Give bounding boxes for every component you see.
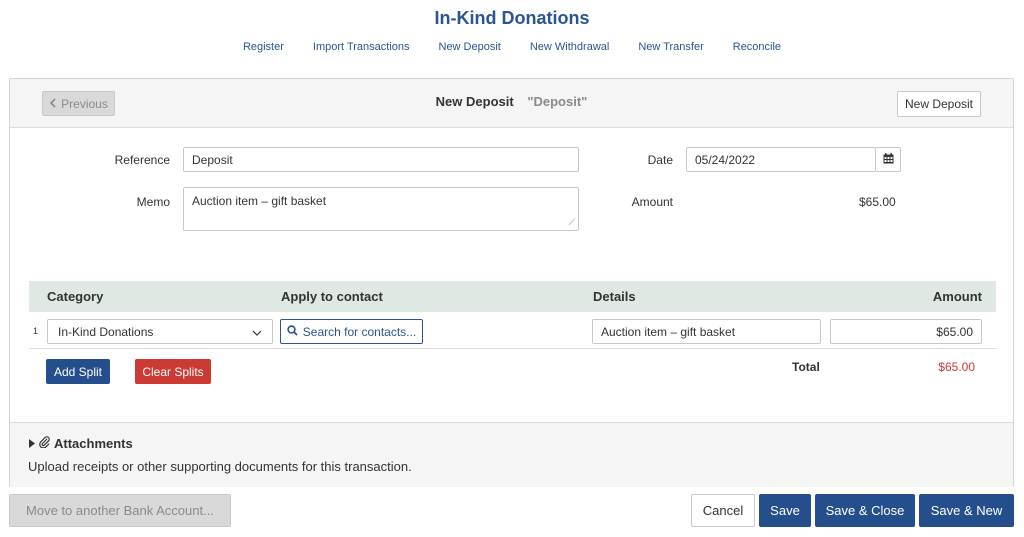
save-new-button[interactable]: Save & New bbox=[919, 494, 1014, 527]
contact-header: Apply to contact bbox=[281, 289, 383, 304]
card-header: Previous New Deposit "Deposit" New Depos… bbox=[10, 79, 1013, 128]
nav-register[interactable]: Register bbox=[243, 41, 284, 53]
save-close-button[interactable]: Save & Close bbox=[815, 494, 915, 527]
nav-new-withdrawal[interactable]: New Withdrawal bbox=[530, 41, 609, 53]
new-deposit-button[interactable]: New Deposit bbox=[897, 91, 981, 117]
split-amount-input[interactable]: $65.00 bbox=[830, 319, 982, 344]
attachments-section: Attachments Upload receipts or other sup… bbox=[10, 422, 1013, 487]
attachments-description: Upload receipts or other supporting docu… bbox=[28, 459, 412, 474]
search-icon bbox=[287, 324, 298, 339]
amount-value: $65.00 bbox=[859, 195, 896, 209]
memo-textarea[interactable]: Auction item – gift basket ⟋ bbox=[183, 187, 579, 231]
amount-label: Amount bbox=[631, 195, 673, 209]
memo-value: Auction item – gift basket bbox=[192, 194, 327, 208]
subnav: Register Import Transactions New Deposit… bbox=[0, 41, 1024, 53]
card-title: New Deposit "Deposit" bbox=[10, 94, 1013, 109]
chevron-down-icon bbox=[252, 325, 262, 339]
category-select[interactable]: In-Kind Donations bbox=[47, 319, 273, 344]
calendar-button[interactable] bbox=[876, 147, 901, 172]
nav-import-transactions[interactable]: Import Transactions bbox=[313, 41, 410, 53]
attachments-toggle[interactable]: Attachments bbox=[29, 436, 133, 451]
card-title-text: New Deposit bbox=[435, 94, 514, 109]
category-header: Category bbox=[47, 289, 104, 304]
split-details-input[interactable]: Auction item – gift basket bbox=[592, 319, 821, 344]
card-subtitle: "Deposit" bbox=[527, 94, 588, 109]
details-header: Details bbox=[593, 289, 636, 304]
total-label: Total bbox=[792, 360, 820, 374]
attachments-title: Attachments bbox=[54, 436, 133, 451]
reference-input[interactable]: Deposit bbox=[183, 147, 579, 172]
clear-splits-button[interactable]: Clear Splits bbox=[135, 359, 211, 384]
date-input[interactable]: 05/24/2022 bbox=[686, 147, 876, 172]
date-label: Date bbox=[647, 153, 673, 167]
reference-label: Reference bbox=[114, 153, 170, 167]
cancel-button[interactable]: Cancel bbox=[691, 494, 755, 527]
row-divider bbox=[29, 348, 996, 349]
memo-label: Memo bbox=[136, 195, 170, 209]
paperclip-icon bbox=[39, 436, 50, 451]
reference-value: Deposit bbox=[192, 152, 233, 167]
page-title: In-Kind Donations bbox=[434, 8, 590, 28]
category-value: In-Kind Donations bbox=[58, 324, 154, 339]
resize-handle-icon[interactable]: ⟋ bbox=[569, 217, 575, 228]
date-value: 05/24/2022 bbox=[695, 152, 756, 167]
split-row-number: 1 bbox=[33, 326, 39, 336]
nav-reconcile[interactable]: Reconcile bbox=[733, 41, 781, 53]
total-value: $65.00 bbox=[938, 360, 975, 374]
search-contacts-button[interactable]: Search for contacts... bbox=[280, 319, 423, 344]
splits-table-header: Category Apply to contact Details Amount bbox=[29, 281, 996, 312]
split-details-value: Auction item – gift basket bbox=[601, 324, 736, 339]
nav-new-deposit[interactable]: New Deposit bbox=[439, 41, 501, 53]
calendar-icon bbox=[883, 152, 894, 167]
move-bank-account-button[interactable]: Move to another Bank Account... bbox=[9, 494, 231, 527]
save-button[interactable]: Save bbox=[759, 494, 811, 527]
caret-right-icon bbox=[29, 436, 35, 451]
amount-header: Amount bbox=[932, 289, 982, 304]
split-amount-value: $65.00 bbox=[936, 324, 973, 339]
transaction-card: Previous New Deposit "Deposit" New Depos… bbox=[9, 78, 1014, 487]
search-contacts-label: Search for contacts... bbox=[302, 324, 417, 339]
add-split-button[interactable]: Add Split bbox=[46, 359, 110, 384]
nav-new-transfer[interactable]: New Transfer bbox=[638, 41, 703, 53]
